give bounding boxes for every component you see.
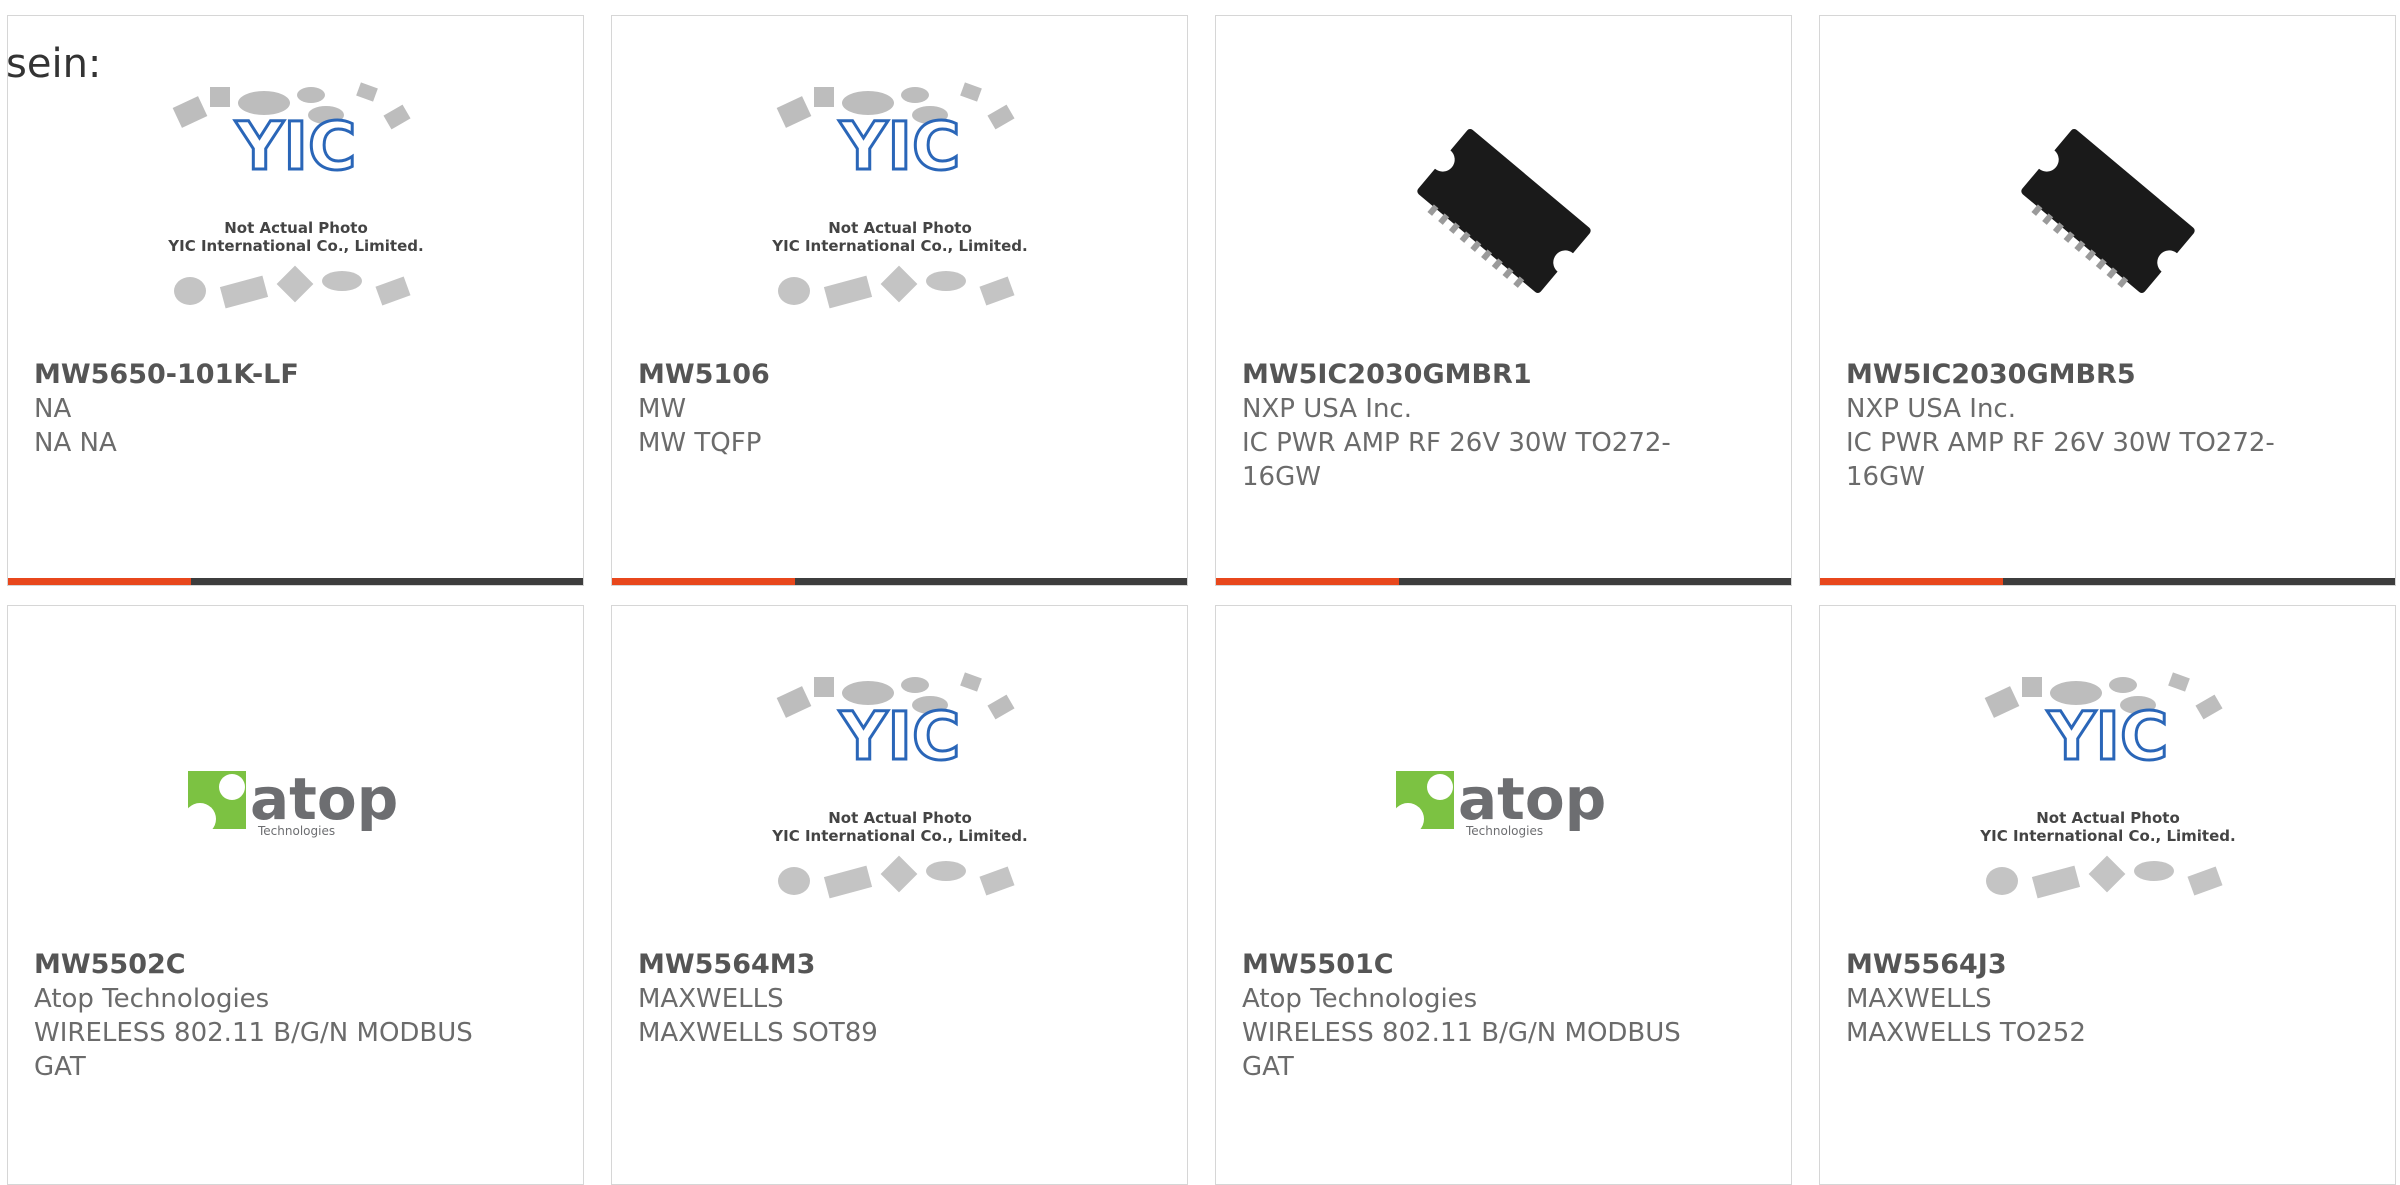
svg-text:Technologies: Technologies	[257, 824, 335, 838]
product-image[interactable]: YIC Not Actual Photo YIC International C…	[612, 61, 1187, 361]
svg-text:YIC International Co., Limited: YIC International Co., Limited.	[771, 237, 1027, 255]
card-accent	[612, 578, 795, 585]
manufacturer: Atop Technologies	[1242, 984, 1478, 1014]
product-card[interactable]: atop Technologies MW5502C Atop Technolog…	[7, 605, 584, 1185]
atop-logo-icon: atop Technologies	[1393, 765, 1606, 838]
svg-text:YIC: YIC	[234, 108, 356, 185]
product-image[interactable]	[1216, 61, 1791, 361]
product-card[interactable]: YIC Not Actual Photo YIC International C…	[1819, 605, 2396, 1185]
svg-text:atop: atop	[250, 765, 398, 833]
part-number[interactable]: MW5106	[638, 358, 1161, 392]
placeholder-photo-icon: YIC Not Actual Photo YIC International C…	[771, 672, 1027, 899]
manufacturer: NXP USA Inc.	[1242, 394, 1412, 424]
part-number[interactable]: MW5564J3	[1846, 948, 2369, 982]
product-card[interactable]: MW5IC2030GMBR5 NXP USA Inc. IC PWR AMP R…	[1819, 15, 2396, 586]
part-number[interactable]: MW5650-101K-LF	[34, 358, 557, 392]
placeholder-photo-icon: YIC Not Actual Photo YIC International C…	[1979, 672, 2235, 899]
svg-text:Technologies: Technologies	[1465, 824, 1543, 838]
product-card[interactable]: YIC Not Actual Photo YIC International C…	[611, 15, 1188, 586]
product-image[interactable]: atop Technologies	[8, 651, 583, 951]
placeholder-photo-icon: YIC Not Actual Photo YIC International C…	[771, 82, 1027, 309]
description: IC PWR AMP RF 26V 30W TO272-16GW	[1846, 428, 2275, 492]
product-image[interactable]: atop Technologies	[1216, 651, 1791, 951]
svg-text:Not Actual Photo: Not Actual Photo	[224, 219, 368, 237]
manufacturer: MAXWELLS	[638, 984, 784, 1014]
part-number[interactable]: MW5IC2030GMBR1	[1242, 358, 1765, 392]
manufacturer: NXP USA Inc.	[1846, 394, 2016, 424]
product-card[interactable]: YIC Not Actual Photo YIC International C…	[611, 605, 1188, 1185]
product-card[interactable]: atop Technologies MW5501C Atop Technolog…	[1215, 605, 1792, 1185]
manufacturer: Atop Technologies	[34, 984, 270, 1014]
description: MAXWELLS TO252	[1846, 1018, 2086, 1048]
part-number[interactable]: MW5564M3	[638, 948, 1161, 982]
svg-text:Not Actual Photo: Not Actual Photo	[2036, 809, 2180, 827]
svg-text:YIC: YIC	[838, 698, 960, 775]
svg-text:Not Actual Photo: Not Actual Photo	[828, 809, 972, 827]
card-accent	[1820, 578, 2003, 585]
product-image[interactable]: YIC Not Actual Photo YIC International C…	[612, 651, 1187, 951]
product-image[interactable]: YIC Not Actual Photo YIC International C…	[8, 61, 583, 361]
svg-text:Not Actual Photo: Not Actual Photo	[828, 219, 972, 237]
card-bottom-bar	[1216, 578, 1791, 585]
card-bottom-bar	[612, 578, 1187, 585]
svg-text:YIC International Co., Limited: YIC International Co., Limited.	[167, 237, 423, 255]
part-number[interactable]: MW5501C	[1242, 948, 1765, 982]
description: MAXWELLS SOT89	[638, 1018, 878, 1048]
description: IC PWR AMP RF 26V 30W TO272-16GW	[1242, 428, 1671, 492]
product-image[interactable]	[1820, 61, 2395, 361]
chip-photo-icon	[2020, 129, 2195, 293]
description: MW TQFP	[638, 428, 762, 458]
product-image[interactable]: YIC Not Actual Photo YIC International C…	[1820, 651, 2395, 951]
manufacturer: MW	[638, 394, 687, 424]
svg-text:YIC: YIC	[2046, 698, 2168, 775]
card-accent	[1216, 578, 1399, 585]
svg-text:YIC: YIC	[838, 108, 960, 185]
svg-text:atop: atop	[1458, 765, 1606, 833]
card-bottom-bar	[1820, 578, 2395, 585]
description: WIRELESS 802.11 B/G/N MODBUS GAT	[1242, 1018, 1681, 1082]
atop-logo-icon: atop Technologies	[185, 765, 398, 838]
description: NA NA	[34, 428, 117, 458]
part-number[interactable]: MW5502C	[34, 948, 557, 982]
manufacturer: NA	[34, 394, 72, 424]
product-card[interactable]: MW5IC2030GMBR1 NXP USA Inc. IC PWR AMP R…	[1215, 15, 1792, 586]
manufacturer: MAXWELLS	[1846, 984, 1992, 1014]
chip-photo-icon	[1416, 129, 1591, 293]
svg-text:YIC International Co., Limited: YIC International Co., Limited.	[1979, 827, 2235, 845]
lead-text: sein:	[6, 41, 102, 87]
product-card[interactable]: YIC Not Actual Photo YIC International C…	[7, 15, 584, 586]
placeholder-photo-icon: YIC Not Actual Photo YIC International C…	[167, 82, 423, 309]
product-grid: YIC Not Actual Photo YIC International C…	[0, 0, 2400, 1185]
card-accent	[8, 578, 191, 585]
part-number[interactable]: MW5IC2030GMBR5	[1846, 358, 2369, 392]
card-bottom-bar	[8, 578, 583, 585]
description: WIRELESS 802.11 B/G/N MODBUS GAT	[34, 1018, 473, 1082]
svg-text:YIC International Co., Limited: YIC International Co., Limited.	[771, 827, 1027, 845]
